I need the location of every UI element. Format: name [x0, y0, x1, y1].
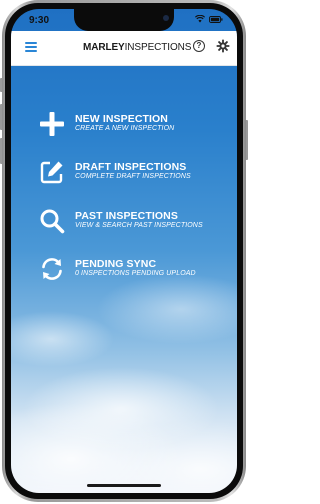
phone-frame: 9:30 MARLEYINSPECTIONS ? NEW INSPECTION …	[2, 0, 246, 502]
status-icons	[195, 15, 223, 23]
brand-bold: MARLEY	[83, 42, 125, 53]
wifi-icon	[195, 15, 205, 23]
brand-regular: INSPECTIONS	[124, 42, 192, 53]
device-mockup: 9:30 MARLEYINSPECTIONS ? NEW INSPECTION …	[0, 0, 248, 504]
home-indicator	[87, 484, 161, 487]
app-header: MARLEYINSPECTIONS ?	[11, 31, 237, 66]
gear-icon[interactable]	[216, 39, 230, 53]
status-time: 9:30	[29, 15, 50, 26]
hamburger-line	[25, 50, 37, 52]
menu-item-pending-sync[interactable]: PENDING SYNC 0 INSPECTIONS PENDING UPLOA…	[39, 256, 229, 286]
menu-item-title: NEW INSPECTION	[75, 113, 168, 125]
hamburger-line	[25, 46, 37, 48]
front-camera	[163, 15, 169, 21]
menu-item-past-inspections[interactable]: PAST INSPECTIONS VIEW & SEARCH PAST INSP…	[39, 208, 229, 238]
notch	[74, 9, 174, 31]
hamburger-line	[25, 42, 37, 44]
menu-item-subtitle: COMPLETE DRAFT INSPECTIONS	[75, 173, 191, 180]
menu-item-subtitle: VIEW & SEARCH PAST INSPECTIONS	[75, 222, 203, 229]
menu-item-subtitle: 0 INSPECTIONS PENDING UPLOAD	[75, 270, 196, 277]
help-icon[interactable]: ?	[193, 40, 205, 52]
menu-hamburger-icon[interactable]	[25, 42, 37, 52]
plus-icon	[40, 112, 64, 136]
menu-item-draft-inspections[interactable]: DRAFT INSPECTIONS COMPLETE DRAFT INSPECT…	[39, 159, 229, 189]
battery-icon	[209, 15, 223, 23]
menu-item-title: PAST INSPECTIONS	[75, 210, 178, 222]
menu-item-new-inspection[interactable]: NEW INSPECTION CREATE A NEW INSPECTION	[39, 111, 229, 141]
search-icon	[40, 209, 65, 234]
menu-item-title: DRAFT INSPECTIONS	[75, 161, 187, 173]
menu-item-title: PENDING SYNC	[75, 258, 157, 270]
app-logo: MARLEYINSPECTIONS	[83, 42, 191, 53]
menu-item-subtitle: CREATE A NEW INSPECTION	[75, 125, 175, 132]
edit-icon	[40, 161, 63, 184]
sync-icon	[42, 258, 62, 280]
app-screen: 9:30 MARLEYINSPECTIONS ? NEW INSPECTION …	[11, 9, 237, 493]
